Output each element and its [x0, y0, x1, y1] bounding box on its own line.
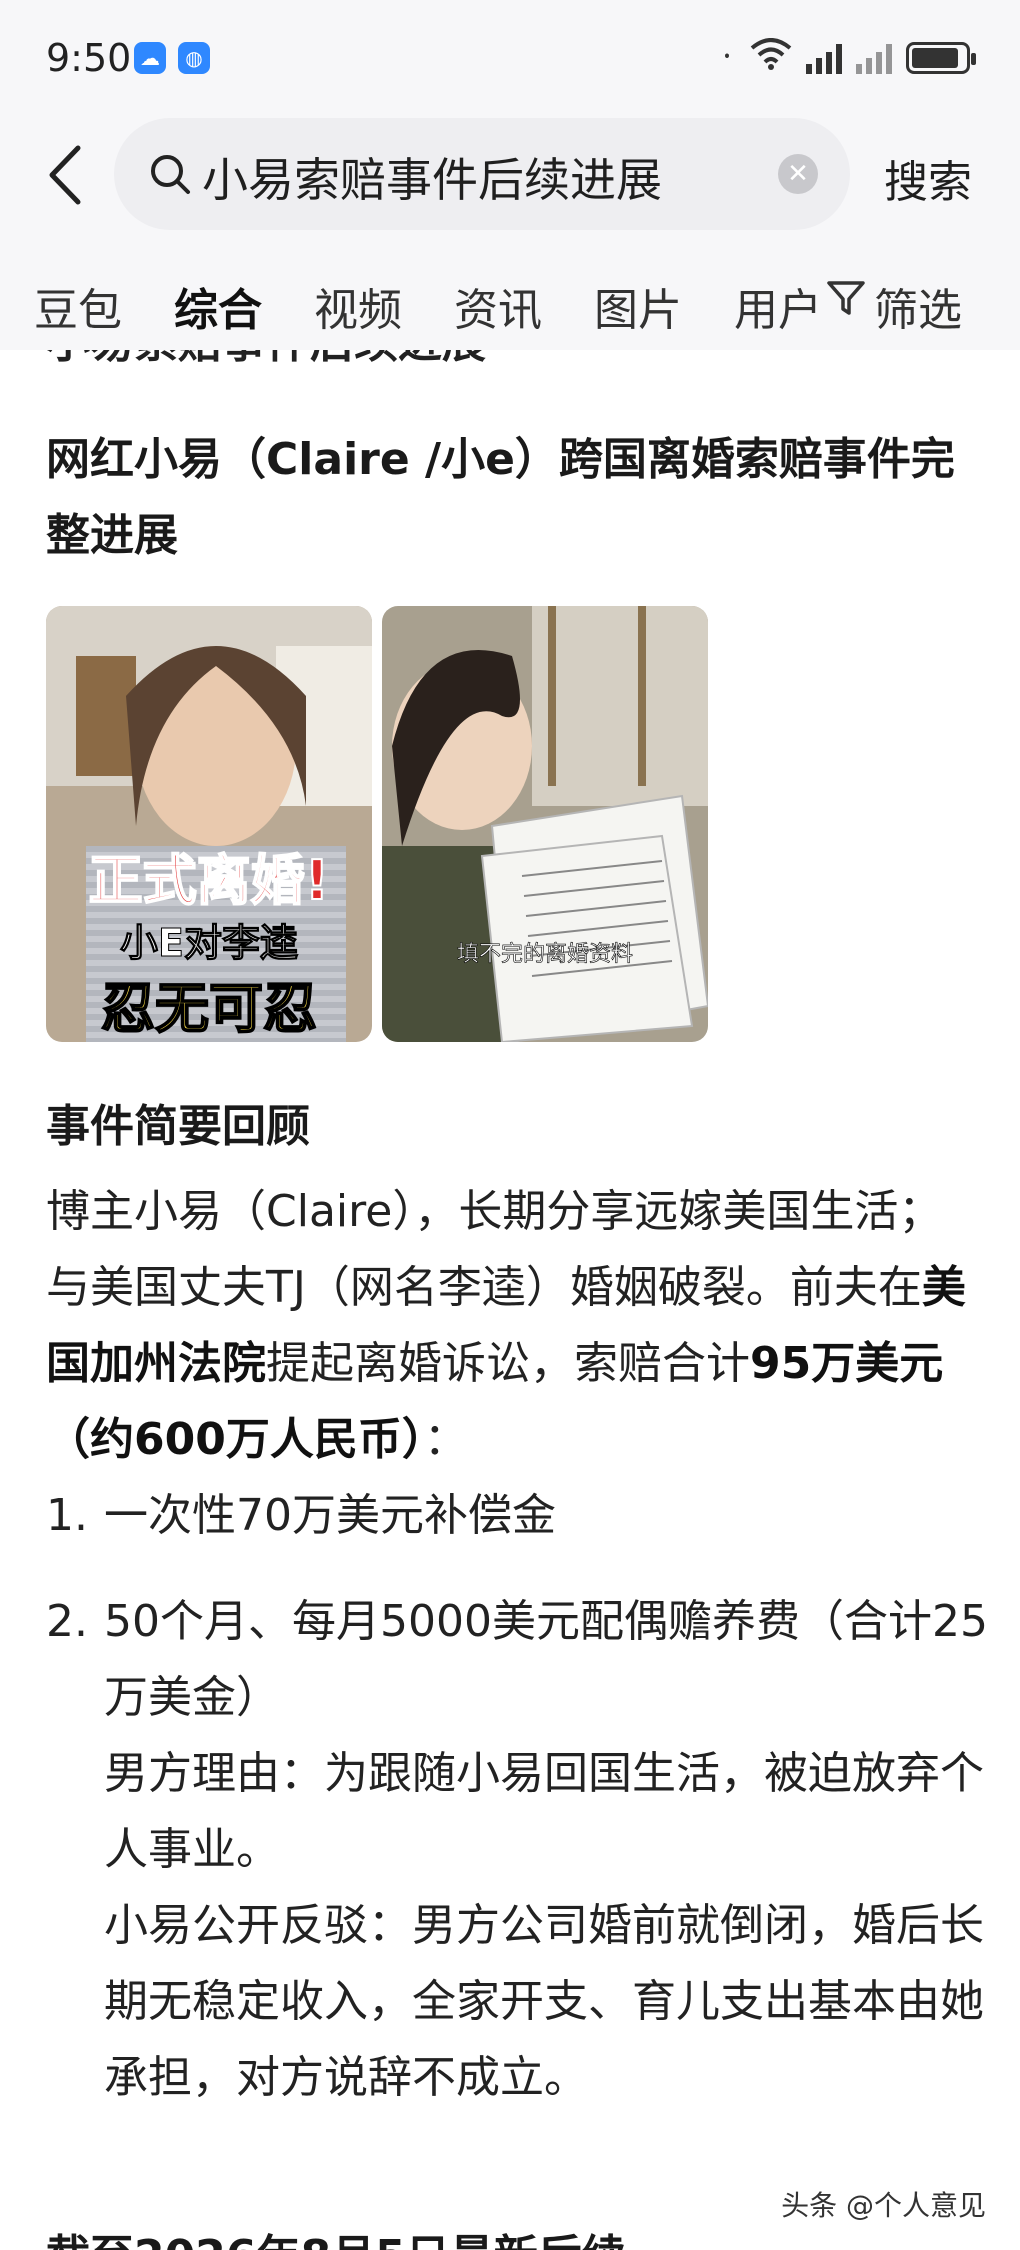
- signal-2-icon: [856, 42, 892, 74]
- filter-label: 筛选: [874, 285, 962, 336]
- result-image-1[interactable]: 正式离婚! 小E对李逵 忍无可忍: [46, 606, 372, 1042]
- back-button[interactable]: [38, 140, 98, 210]
- tab-bar: 豆包 综合 视频 资讯 图片 用户 筛选: [0, 238, 1020, 350]
- signal-1-icon: [806, 42, 842, 74]
- image-1-caption-2: 小E对李逵: [120, 921, 299, 966]
- search-icon: [151, 155, 190, 194]
- list-item-2-line-1: 50个月、每月5000美元配偶赡养费（合计25万美金）: [104, 1596, 988, 1723]
- search-button[interactable]: 搜索: [884, 146, 972, 210]
- search-query[interactable]: 小易索赔事件后续进展: [202, 144, 662, 210]
- battery-icon: [906, 42, 976, 74]
- list-item-1-number: 1.: [46, 1490, 88, 1541]
- list-item-1-line-1: 一次性70万美元补偿金: [104, 1490, 556, 1541]
- source-watermark: 头条 @个人意见: [773, 2180, 994, 2228]
- search-header: 小易索赔事件后续进展 ✕ 搜索: [0, 118, 1020, 238]
- search-results[interactable]: 小易索赔事件后续进展 网红小易（Claire /小e）跨国离婚索赔事件完整进展 …: [0, 350, 1020, 2250]
- tab-doubao[interactable]: 豆包: [34, 274, 122, 338]
- intro-text-2: 提起离婚诉讼，索赔合计: [266, 1338, 750, 1389]
- search-input[interactable]: 小易索赔事件后续进展 ✕: [114, 118, 850, 230]
- intro-paragraph: 博主小易（Claire），长期分享远嫁美国生活；与美国丈夫TJ（网名李逵）婚姻破…: [46, 1174, 976, 1478]
- status-time: 9:50: [46, 36, 132, 80]
- notification-browser-icon: ◍: [178, 42, 210, 74]
- tab-news[interactable]: 资讯: [454, 274, 542, 338]
- result-image-2[interactable]: 填不完的离婚资料: [382, 606, 708, 1042]
- list-item-2-number: 2.: [46, 1596, 88, 1647]
- tab-scroller: 豆包 综合 视频 资讯 图片 用户: [0, 238, 822, 350]
- list-item-2-line-2: 男方理由：为跟随小易回国生活，被迫放弃个人事业。: [104, 1748, 984, 1875]
- section-title-recap: 事件简要回顾: [46, 1101, 310, 1152]
- filter-icon: [827, 281, 865, 315]
- system-icons: ᛫: [718, 38, 976, 78]
- tab-users[interactable]: 用户: [734, 274, 822, 338]
- tab-images[interactable]: 图片: [594, 274, 682, 338]
- list-item-2-line-3: 小易公开反驳：男方公司婚前就倒闭，婚后长期无稳定收入，全家开支、育儿支出基本由她…: [104, 1900, 984, 2103]
- tab-video[interactable]: 视频: [314, 274, 402, 338]
- wifi-icon: [750, 38, 792, 78]
- image-2-caption: 填不完的离婚资料: [456, 942, 634, 968]
- intro-text-3: ：: [423, 1414, 468, 1465]
- tab-all[interactable]: 综合: [174, 274, 262, 338]
- answer-headline: 网红小易（Claire /小e）跨国离婚索赔事件完整进展: [46, 434, 955, 561]
- intro-text-1: 博主小易（Claire），长期分享远嫁美国生活；与美国丈夫TJ（网名李逵）婚姻破…: [46, 1186, 943, 1313]
- section-title-latest: 截至2026年8月5日最新后续: [46, 2220, 626, 2250]
- notification-app-icon: ☁: [134, 42, 166, 74]
- image-1-caption-3: 忍无可忍: [100, 976, 318, 1041]
- image-1-caption-1: 正式离婚!: [88, 848, 331, 913]
- bluetooth-icon: ᛫: [718, 40, 736, 76]
- chevron-left-icon: [49, 145, 81, 205]
- clear-icon[interactable]: ✕: [778, 154, 818, 194]
- status-bar: 9:50 ☁ ◍ ᛫: [0, 0, 1020, 118]
- result-title-clipped[interactable]: 小易索赔事件后续进展: [46, 350, 486, 370]
- filter-button[interactable]: 筛选: [822, 238, 1020, 350]
